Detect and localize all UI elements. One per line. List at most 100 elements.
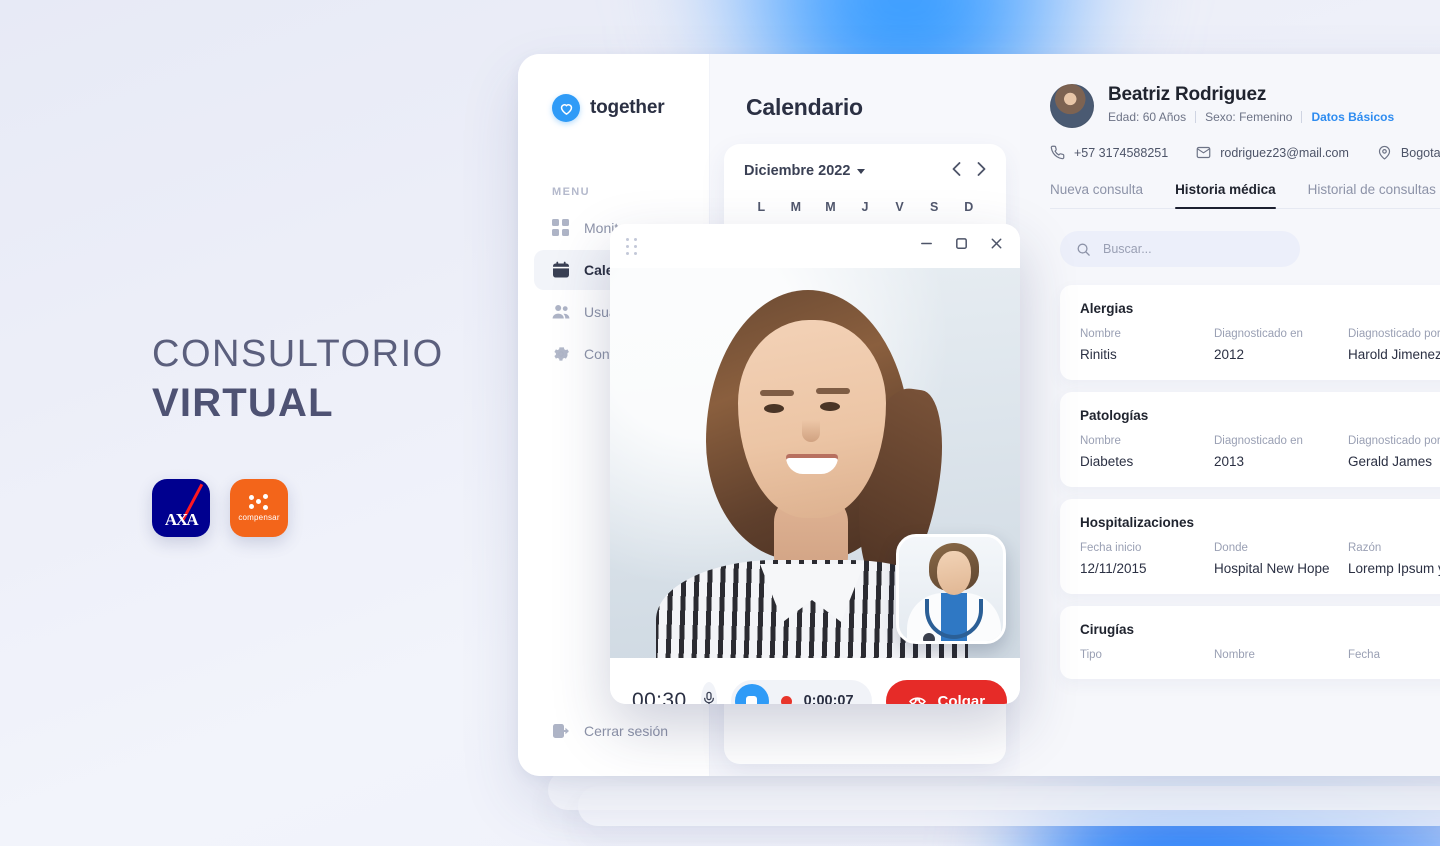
patient-city: Bogota xyxy=(1377,145,1440,160)
logout-button[interactable]: Cerrar sesión xyxy=(534,722,668,740)
history-column: Fecha xyxy=(1348,649,1440,661)
promo-title-line1: CONSULTORIO xyxy=(152,333,444,375)
compensar-mark-icon xyxy=(249,493,269,510)
promo-title-line2: VIRTUAL xyxy=(152,380,334,425)
history-column: Nombre Diabetes xyxy=(1080,435,1214,469)
history-column: Diagnosticado por Gerald James xyxy=(1348,435,1440,469)
patient-age: Edad: 60 Años xyxy=(1108,110,1187,124)
calendar-weekday-row: L M M J V S D xyxy=(744,200,986,214)
divider xyxy=(1195,111,1197,123)
patient-email: rodriguez23@mail.com xyxy=(1196,145,1349,160)
menu-section-label: MENU xyxy=(552,186,590,198)
calendar-weekday: V xyxy=(895,200,904,214)
history-column: Donde Hospital New Hope xyxy=(1214,542,1348,576)
history-column-value: Hospital New Hope xyxy=(1214,561,1330,576)
history-column: Diagnosticado en 2012 xyxy=(1214,328,1348,362)
stop-record-icon xyxy=(746,695,758,704)
history-column-header: Razón xyxy=(1348,542,1382,554)
phone-hangup-icon xyxy=(908,690,927,705)
doctor-face xyxy=(937,551,971,595)
patient-phone-value: +57 3174588251 xyxy=(1074,145,1169,160)
patient-email-value: rodriguez23@mail.com xyxy=(1220,145,1349,160)
history-card-title: Cirugías xyxy=(1080,622,1135,637)
search-box[interactable] xyxy=(1060,231,1300,267)
participant-brow-right xyxy=(816,388,850,394)
history-column-value: Harold Jimenez xyxy=(1348,347,1440,362)
video-call-controls: 00:30 0:00:07 Colgar xyxy=(610,658,1020,704)
history-card-alergias: Alergias Nombre Rinitis Diagnosticado en… xyxy=(1060,285,1440,380)
compensar-logo: compensar xyxy=(230,478,288,537)
history-card-title: Hospitalizaciones xyxy=(1080,515,1195,530)
patient-tabs: Nueva consulta Historia médica Historial… xyxy=(1050,182,1440,209)
divider xyxy=(1301,111,1303,123)
recording-group[interactable]: 0:00:07 xyxy=(730,680,872,704)
history-column-header: Diagnosticado por xyxy=(1348,435,1440,447)
calendar-month-selector[interactable]: Diciembre 2022 xyxy=(744,163,866,179)
drag-dots-icon[interactable] xyxy=(626,237,637,255)
chevron-down-icon xyxy=(857,168,866,174)
participant-eye-right xyxy=(820,402,840,411)
history-column: Nombre Rinitis xyxy=(1080,328,1214,362)
calendar-weekday: L xyxy=(757,200,766,214)
heart-logo-icon xyxy=(552,94,580,122)
tab-historia-medica[interactable]: Historia médica xyxy=(1175,182,1276,209)
screenshot-root: CONSULTORIO VIRTUAL AXA compensar togeth… xyxy=(0,0,1440,846)
microphone-icon xyxy=(701,691,717,704)
maximize-icon[interactable] xyxy=(954,236,969,256)
history-column-header: Nombre xyxy=(1080,328,1121,340)
recording-indicator-dot xyxy=(780,695,792,704)
axa-logo: AXA xyxy=(152,478,210,537)
logout-icon xyxy=(552,722,570,740)
patient-city-value: Bogota xyxy=(1400,145,1440,160)
history-column-header: Nombre xyxy=(1214,649,1255,661)
medical-history-list: Alergias Nombre Rinitis Diagnosticado en… xyxy=(1060,285,1440,679)
microphone-button[interactable] xyxy=(700,682,717,704)
search-input[interactable] xyxy=(1103,242,1284,256)
history-column-value: 2012 xyxy=(1214,347,1245,362)
close-icon[interactable] xyxy=(989,236,1004,256)
app-logo[interactable]: together xyxy=(518,82,709,122)
recording-time: 0:00:07 xyxy=(803,693,854,704)
page-title: Calendario xyxy=(746,94,863,120)
calendar-weekday: M xyxy=(825,200,836,214)
history-column-header: Fecha inicio xyxy=(1080,542,1142,554)
video-window-titlebar[interactable] xyxy=(610,224,1020,268)
calendar-weekday: D xyxy=(964,200,974,214)
history-card-title: Alergias xyxy=(1080,301,1134,316)
history-card-hospitalizaciones: Hospitalizaciones Fecha inicio 12/11/201… xyxy=(1060,499,1440,594)
brand-logos: AXA compensar xyxy=(152,478,444,537)
participant-brow-left xyxy=(760,390,794,396)
history-column-value: Diabetes xyxy=(1080,454,1134,469)
patient-sex: Sexo: Femenino xyxy=(1205,110,1293,124)
history-column-value: 2013 xyxy=(1214,454,1245,469)
search-icon xyxy=(1076,242,1091,257)
history-column: Diagnosticado en 2013 xyxy=(1214,435,1348,469)
video-call-window: 00:30 0:00:07 Colgar xyxy=(610,224,1020,704)
history-column-header: Tipo xyxy=(1080,649,1102,661)
history-column-header: Diagnosticado en xyxy=(1214,435,1303,447)
history-column: Fecha inicio 12/11/2015 xyxy=(1080,542,1214,576)
history-card-patologias: Patologías Nombre Diabetes Diagnosticado… xyxy=(1060,392,1440,487)
hangup-button[interactable]: Colgar xyxy=(885,680,1008,705)
mail-icon xyxy=(1196,145,1211,160)
calendar-header: Diciembre 2022 xyxy=(744,162,986,180)
stop-record-button[interactable] xyxy=(734,684,769,704)
basic-data-link[interactable]: Datos Básicos xyxy=(1311,110,1394,124)
tab-historial-de-consultas[interactable]: Historial de consultas xyxy=(1308,182,1436,208)
chevron-left-icon[interactable] xyxy=(952,162,961,180)
history-card-cirugias: Cirugías Tipo Nombre Fecha xyxy=(1060,606,1440,679)
calendar-weekday: M xyxy=(790,200,802,214)
participant-nose xyxy=(802,420,820,442)
promo-block: CONSULTORIO VIRTUAL AXA compensar xyxy=(152,332,444,537)
history-column: Nombre xyxy=(1214,649,1348,661)
tab-nueva-consulta[interactable]: Nueva consulta xyxy=(1050,182,1143,208)
history-column-header: Donde xyxy=(1214,542,1248,554)
video-stream-self-doctor[interactable] xyxy=(896,534,1006,644)
minimize-icon[interactable] xyxy=(919,236,934,256)
history-column: Razón Loremp Ipsum y ulop xyxy=(1348,542,1440,576)
axa-logo-label: AXA xyxy=(164,509,199,529)
chevron-right-icon[interactable] xyxy=(977,162,986,180)
history-column-value: Gerald James xyxy=(1348,454,1433,469)
phone-icon xyxy=(1050,145,1065,160)
participant-eye-left xyxy=(764,404,784,413)
